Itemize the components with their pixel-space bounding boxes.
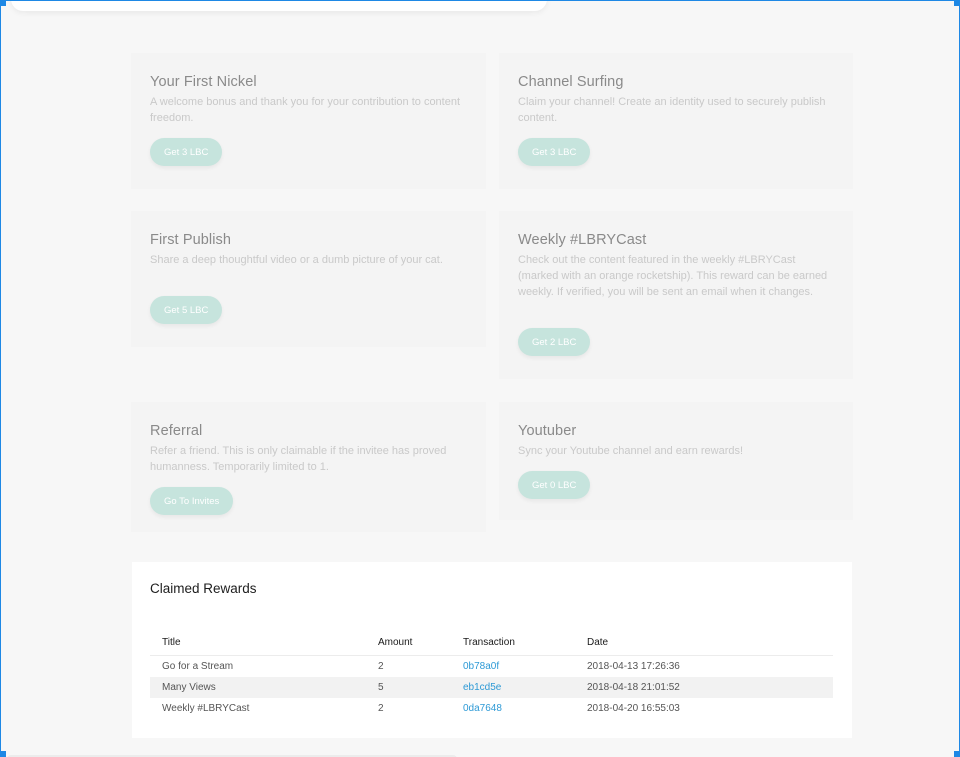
- column-header-date: Date: [575, 635, 833, 656]
- table-header-row: Title Amount Transaction Date: [150, 635, 833, 656]
- transaction-cell: 0b78a0f: [451, 656, 575, 678]
- transaction-link[interactable]: 0da7648: [463, 703, 502, 714]
- table-row: Weekly #LBRYCast 2 0da7648 2018-04-20 16…: [150, 698, 833, 719]
- reward-description: A welcome bonus and thank you for your c…: [150, 96, 461, 124]
- transaction-link[interactable]: 0b78a0f: [463, 661, 499, 672]
- go-to-invites-button[interactable]: Go To Invites: [150, 487, 234, 515]
- reward-description: Sync your Youtube channel and earn rewar…: [518, 445, 744, 457]
- claimed-rewards-table: Title Amount Transaction Date Go for a S…: [150, 635, 833, 719]
- claim-reward-button[interactable]: Get 3 LBC: [518, 138, 591, 166]
- reward-card-weekly-lbrycast: Weekly #LBRYCast Check out the content f…: [500, 212, 852, 378]
- reward-description: Refer a friend. This is only claimable i…: [150, 445, 447, 473]
- top-card-edge: [11, 1, 547, 11]
- date-cell: 2018-04-13 17:26:36: [587, 661, 680, 672]
- transaction-cell: 0da7648: [451, 698, 575, 719]
- reward-card-referral: Referral Refer a friend. This is only cl…: [132, 403, 485, 531]
- reward-title-cell: Go for a Stream: [162, 661, 234, 672]
- table-row: Go for a Stream 2 0b78a0f 2018-04-13 17:…: [150, 656, 833, 678]
- reward-title-cell: Weekly #LBRYCast: [162, 703, 250, 714]
- reward-title: Referral: [150, 423, 203, 439]
- transaction-link[interactable]: eb1cd5e: [463, 682, 501, 693]
- reward-title-cell: Many Views: [150, 677, 366, 698]
- page-frame: Your First Nickel A welcome bonus and th…: [0, 0, 960, 757]
- date-cell: 2018-04-20 16:55:03: [587, 703, 680, 714]
- table-row: Many Views 5 eb1cd5e 2018-04-18 21:01:52: [150, 677, 833, 698]
- transaction-cell: eb1cd5e: [451, 677, 575, 698]
- reward-card-youtuber: Youtuber Sync your Youtube channel and e…: [500, 403, 852, 519]
- amount-cell: 5: [366, 677, 451, 698]
- selection-handle-bottom-right: [954, 751, 960, 757]
- selection-handle-top-right: [954, 0, 960, 6]
- reward-card-channel-surfing: Channel Surfing Claim your channel! Crea…: [500, 54, 852, 188]
- selection-handle-bottom-left: [0, 751, 6, 757]
- reward-title: Channel Surfing: [518, 74, 624, 90]
- claim-reward-button[interactable]: Get 0 LBC: [518, 471, 591, 499]
- reward-card-first-nickel: Your First Nickel A welcome bonus and th…: [132, 54, 485, 188]
- reward-title: Weekly #LBRYCast: [518, 232, 647, 248]
- selection-handle-top-left: [0, 0, 6, 6]
- reward-title: Youtuber: [518, 423, 577, 439]
- column-header-amount: Amount: [366, 635, 451, 656]
- claimed-rewards-title: Claimed Rewards: [150, 581, 257, 596]
- claim-reward-button[interactable]: Get 2 LBC: [518, 328, 591, 356]
- amount-cell: 2: [378, 661, 384, 672]
- amount-cell: 2: [378, 703, 384, 714]
- reward-description: Share a deep thoughtful video or a dumb …: [150, 254, 443, 266]
- claim-reward-button[interactable]: Get 3 LBC: [150, 138, 223, 166]
- reward-description: Claim your channel! Create an identity u…: [518, 96, 826, 124]
- claim-reward-button[interactable]: Get 5 LBC: [150, 296, 223, 324]
- claimed-rewards-card: Claimed Rewards Title Amount Transaction…: [132, 562, 852, 738]
- reward-card-first-publish: First Publish Share a deep thoughtful vi…: [132, 212, 485, 346]
- column-header-title: Title: [150, 635, 366, 656]
- reward-title: Your First Nickel: [150, 74, 257, 90]
- reward-description: Check out the content featured in the we…: [518, 254, 828, 298]
- reward-title: First Publish: [150, 232, 232, 248]
- date-cell: 2018-04-18 21:01:52: [575, 677, 833, 698]
- column-header-transaction: Transaction: [451, 635, 575, 656]
